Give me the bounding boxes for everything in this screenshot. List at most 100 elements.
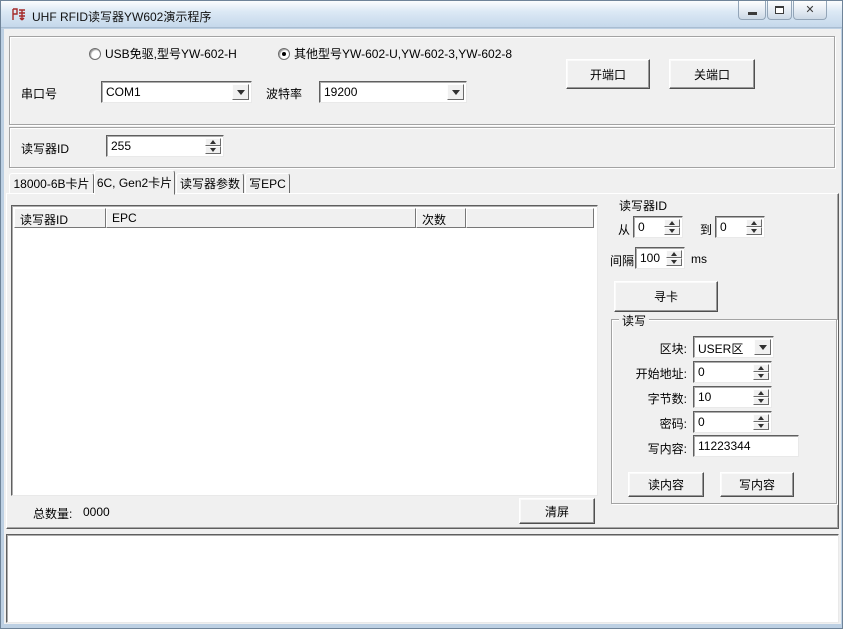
baud-value: 19200 [324,85,357,99]
radio-usb-label: USB免驱,型号YW-602-H [105,45,237,62]
interval-spinner[interactable]: 100 [635,247,685,269]
arrow-up-icon [671,252,677,256]
arrow-down-icon [751,229,757,233]
column-header-epc[interactable]: EPC [106,208,416,228]
clear-screen-button[interactable]: 清屏 [519,498,595,524]
spin-up-button[interactable] [664,219,680,227]
tab-6c-gen2[interactable]: 6C, Gen2卡片 [94,170,175,195]
column-header-count[interactable]: 次数 [416,208,466,228]
reader-id-label: 读写器ID [21,140,69,157]
arrow-up-icon [758,391,764,395]
baud-combobox[interactable]: 19200 [319,81,467,103]
scan-panel-title: 读写器ID [619,197,667,214]
spin-down-button[interactable] [666,258,682,266]
window-title: UHF RFID读写器YW602演示程序 [32,8,211,25]
block-value: USER区 [698,340,743,357]
spin-up-button[interactable] [753,389,769,397]
seek-card-button[interactable]: 寻卡 [614,281,718,312]
radio-other-model[interactable]: 其他型号YW-602-U,YW-602-3,YW-602-8 [278,45,512,62]
spin-down-button[interactable] [205,146,221,154]
spin-down-button[interactable] [753,422,769,430]
total-count-label: 总数量: [33,505,72,522]
port-value: COM1 [106,85,141,99]
radio-other-label: 其他型号YW-602-U,YW-602-3,YW-602-8 [294,45,512,62]
password-label: 密码: [609,415,687,432]
interval-unit: ms [691,252,707,266]
port-combobox[interactable]: COM1 [101,81,252,103]
from-spinner[interactable]: 0 [633,216,683,238]
close-icon: ✕ [805,5,814,16]
reader-id-value: 255 [111,139,131,153]
arrow-up-icon [669,221,675,225]
arrow-up-icon [758,366,764,370]
radio-other-icon [278,48,290,60]
arrow-down-icon [671,260,677,264]
titlebar[interactable]: UHF RFID读写器YW602演示程序 ✕ [1,1,842,28]
start-addr-label: 开始地址: [609,365,687,382]
spin-up-button[interactable] [753,364,769,372]
write-content-button[interactable]: 写内容 [720,472,794,497]
reader-id-spinner[interactable]: 255 [106,135,224,157]
app-window: UHF RFID读写器YW602演示程序 ✕ USB免驱,型号YW-602-H … [0,0,843,629]
card-listview[interactable]: 读写器ID EPC 次数 [11,205,598,496]
block-combobox[interactable]: USER区 [693,336,774,358]
read-content-button[interactable]: 读内容 [628,472,704,497]
arrow-down-icon [669,229,675,233]
maximize-icon [775,6,784,14]
total-count-value: 0000 [83,505,110,519]
from-value: 0 [638,220,645,234]
radio-usb-model[interactable]: USB免驱,型号YW-602-H [89,45,237,62]
byte-count-spinner[interactable]: 10 [693,386,772,408]
app-icon [11,7,26,22]
readwrite-group-title: 读写 [619,312,649,329]
arrow-down-icon [758,374,764,378]
byte-count-label: 字节数: [609,390,687,407]
block-dropdown-button[interactable] [754,339,771,355]
spin-up-button[interactable] [746,219,762,227]
arrow-up-icon [751,221,757,225]
start-addr-spinner[interactable]: 0 [693,361,772,383]
to-spinner[interactable]: 0 [715,216,765,238]
password-spinner[interactable]: 0 [693,411,772,433]
listview-header: 读写器ID EPC 次数 [14,208,597,228]
spin-down-button[interactable] [664,227,680,235]
tab-reader-params[interactable]: 读写器参数 [176,173,244,194]
port-label: 串口号 [21,85,57,102]
to-value: 0 [720,220,727,234]
minimize-button[interactable] [738,1,766,20]
from-label: 从 [618,221,630,238]
minimize-icon [748,12,757,15]
write-content-label: 写内容: [609,440,687,457]
tab-18000-6b[interactable]: 18000-6B卡片 [9,173,94,194]
spin-down-button[interactable] [753,372,769,380]
spin-up-button[interactable] [666,250,682,258]
spin-down-button[interactable] [753,397,769,405]
log-area[interactable] [6,534,839,623]
open-port-button[interactable]: 开端口 [566,59,650,89]
port-dropdown-button[interactable] [232,84,249,100]
close-button[interactable]: ✕ [793,1,827,20]
interval-value: 100 [640,251,660,265]
start-addr-value: 0 [698,365,705,379]
interval-label: 间隔 [610,252,634,269]
tab-write-epc[interactable]: 写EPC [245,173,290,194]
write-content-value: 11223344 [698,439,751,453]
arrow-down-icon [758,399,764,403]
arrow-up-icon [758,416,764,420]
baud-dropdown-button[interactable] [447,84,464,100]
write-content-input[interactable]: 11223344 [693,435,799,457]
arrow-up-icon [210,140,216,144]
arrow-down-icon [758,424,764,428]
close-port-button[interactable]: 关端口 [669,59,755,89]
column-header-blank[interactable] [466,208,594,228]
baud-label: 波特率 [266,85,302,102]
radio-usb-icon [89,48,101,60]
password-value: 0 [698,415,705,429]
column-header-reader-id[interactable]: 读写器ID [14,208,106,228]
to-label: 到 [700,221,712,238]
maximize-button[interactable] [767,1,792,20]
spin-up-button[interactable] [753,414,769,422]
arrow-down-icon [210,148,216,152]
spin-up-button[interactable] [205,138,221,146]
spin-down-button[interactable] [746,227,762,235]
